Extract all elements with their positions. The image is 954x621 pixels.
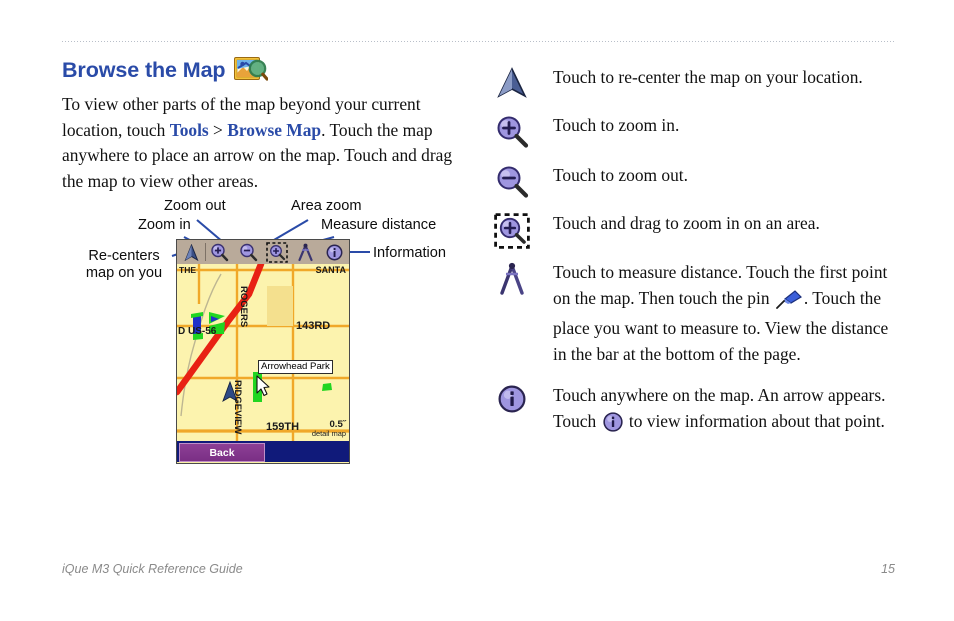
legend-text-zoom-out: Touch to zoom out. [553,165,688,185]
legend-text-information: Touch anywhere on the map. An arrow appe… [535,383,899,439]
legend-text-zoom-in: Touch to zoom in. [553,115,680,135]
device-toolbar [177,240,349,265]
area-zoom-icon [489,211,535,249]
legend-row-measure: Touch to measure distance. Touch the fir… [489,260,899,367]
annotated-figure: Zoom out Zoom in Area zoom Measure dista… [62,190,472,480]
pushpin-icon [775,289,802,317]
legend-row-area-zoom: Touch and drag to zoom in on an area. [489,211,899,249]
page-footer: iQue M3 Quick Reference Guide 15 [62,562,895,576]
device-map-canvas[interactable]: THE SANTA D US-56 ROGERS 143RD RIDGEVIEW… [177,264,349,441]
information-icon-inline [602,411,623,440]
map-label-143rd: 143RD [296,320,331,332]
footer-page-number: 15 [881,562,895,576]
legend-text-recenter: Touch to re-center the map on your locat… [553,67,863,87]
legend-row-zoom-out: Touch to zoom out. [489,163,899,199]
map-poi-label[interactable]: Arrowhead Park [258,360,333,374]
callout-measure-distance: Measure distance [321,217,437,233]
map-label-top-right: SANTA [315,265,346,275]
quick-reference-page: Browse the Map To view other parts of th… [0,0,954,621]
device-zoom-in-icon[interactable] [206,240,235,264]
callout-area-zoom: Area zoom [291,198,362,214]
legend-text-area-zoom: Touch and drag to zoom in on an area. [553,213,820,233]
recenter-arrow-icon [489,65,535,99]
map-scale-caption: detail map [311,429,346,438]
zoom-out-icon [489,163,535,199]
intro-paragraph: To view other parts of the map beyond yo… [62,92,472,194]
device-measure-distance-icon[interactable] [291,240,320,264]
device-screenshot: THE SANTA D US-56 ROGERS 143RD RIDGEVIEW… [176,239,350,464]
callout-zoom-out: Zoom out [164,198,226,214]
map-label-159th: 159TH [266,421,300,433]
map-label-rogers: ROGERS [238,286,249,328]
legend-row-information: Touch anywhere on the map. An arrow appe… [489,383,899,439]
legend-text-measure: Touch to measure distance. Touch the fir… [535,260,899,367]
tools-link[interactable]: Tools [170,120,209,140]
browse-map-icon [234,57,270,83]
device-information-icon[interactable] [320,240,349,264]
top-divider [62,41,895,42]
map-graphics [177,264,349,441]
legend-row-recenter: Touch to re-center the map on your locat… [489,65,899,99]
information-text-b: to view information about that point. [624,410,885,431]
title-row: Browse the Map [62,55,472,85]
legend-column: Touch to re-center the map on your locat… [489,60,899,439]
browse-map-link[interactable]: Browse Map [227,120,321,140]
zoom-in-icon [489,113,535,149]
legend-row-zoom-in: Touch to zoom in. [489,113,899,149]
map-label-highway: D US-56 [178,326,217,337]
map-label-ridgeview: RIDGEVIEW [232,380,243,435]
footer-guide-name: iQue M3 Quick Reference Guide [62,562,243,576]
callout-zoom-in: Zoom in [138,217,191,233]
device-area-zoom-icon[interactable] [263,240,292,264]
device-recenter-arrow-icon[interactable] [177,240,206,264]
left-column: Browse the Map To view other parts of th… [62,55,472,194]
page-title: Browse the Map [62,57,226,82]
device-bottom-bar: Back [177,441,349,462]
information-icon [489,383,535,413]
map-label-top-left: THE [179,265,196,275]
callout-re-centers: Re-centers map on you [85,248,163,281]
measure-distance-icon [489,260,535,296]
map-scale-indicator: 0.5˝ detail map [312,420,346,438]
device-zoom-out-icon[interactable] [234,240,263,264]
menu-separator: > [208,119,228,140]
back-button[interactable]: Back [179,443,265,462]
callout-information: Information [373,245,447,261]
